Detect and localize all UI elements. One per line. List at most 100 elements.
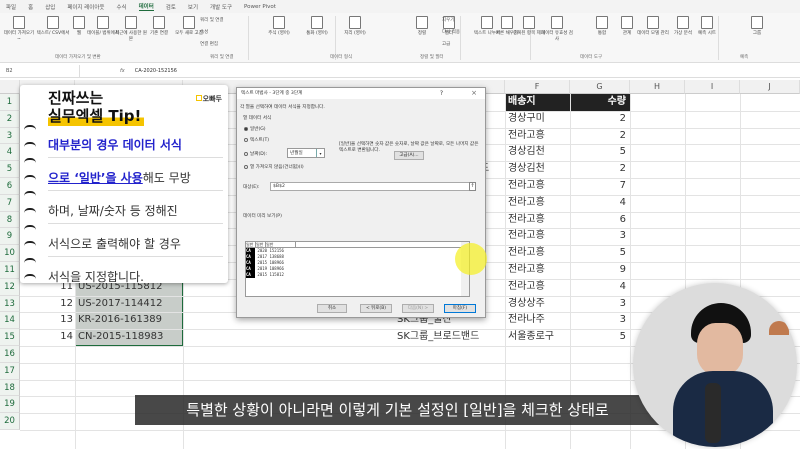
row-header[interactable]: 18	[0, 379, 20, 397]
cell-g[interactable]: 9	[570, 262, 626, 279]
cell-g[interactable]: 4	[570, 195, 626, 212]
cell-g[interactable]: 6	[570, 212, 626, 229]
column-header-g[interactable]: G	[570, 80, 630, 94]
ribbon-tab[interactable]: 데이터	[138, 2, 154, 11]
cell-e[interactable]: SK그룹_브로드밴드	[397, 329, 479, 346]
cell-g[interactable]: 5	[570, 144, 626, 161]
radio-general[interactable]: 일반(G)	[244, 126, 266, 132]
cell-f[interactable]: 경상구미	[508, 111, 545, 128]
destination-input[interactable]: $B$2	[270, 182, 476, 191]
cell-f[interactable]: 전라고흥	[508, 228, 545, 245]
column-header-f[interactable]: F	[505, 80, 570, 94]
ribbon-tab[interactable]: 수식	[116, 3, 126, 11]
cell-g[interactable]: 2	[570, 111, 626, 128]
cell-f[interactable]: 전라고흥	[508, 279, 545, 296]
cell-g[interactable]: 3	[570, 312, 626, 329]
cell-g[interactable]: 5	[570, 245, 626, 262]
ribbon-small-button[interactable]: 쿼리 및 연결	[200, 17, 224, 23]
row-header[interactable]: 16	[0, 346, 20, 363]
row-header[interactable]: 19	[0, 396, 20, 414]
ribbon-button[interactable]: 그룹	[740, 16, 774, 37]
cell-f[interactable]: 전라고흥	[508, 212, 545, 229]
cell-f[interactable]: 전라고흥	[508, 128, 545, 145]
next-button[interactable]: 다음(N) >	[402, 304, 434, 313]
cell-f[interactable]: 배송지	[508, 94, 536, 111]
cancel-button[interactable]: 취소	[317, 304, 347, 313]
ribbon-small-button[interactable]: 지우기	[442, 17, 454, 23]
cell-b[interactable]: US-2017-114412	[78, 296, 163, 313]
ribbon-tab[interactable]: 삽입	[45, 3, 55, 11]
cell-f[interactable]: 전라고흥	[508, 262, 545, 279]
ribbon-button[interactable]: 지리 (영어)	[338, 16, 372, 37]
cell-g[interactable]: 3	[570, 296, 626, 313]
ribbon-small-button[interactable]: 속성	[200, 29, 208, 35]
row-header[interactable]: 20	[0, 413, 20, 430]
ribbon-tab[interactable]: Power Pivot	[244, 4, 276, 10]
row-header[interactable]: 7	[0, 194, 20, 212]
name-box[interactable]: B2	[0, 65, 80, 77]
cell-a[interactable]: 12	[20, 296, 73, 313]
ribbon-small-button[interactable]: 다시 적용	[442, 29, 460, 35]
cell-f[interactable]: 경상김천	[508, 144, 545, 161]
ribbon-tab[interactable]: 홈	[28, 3, 33, 11]
cell-f[interactable]: 전라고흥	[508, 178, 545, 195]
row-header[interactable]: 13	[0, 295, 20, 313]
cell-a[interactable]: 13	[20, 312, 73, 329]
ribbon-button[interactable]: 통화 (영어)	[300, 16, 334, 37]
row-header[interactable]: 4	[0, 144, 20, 162]
cell-g[interactable]: 4	[570, 279, 626, 296]
cell-g[interactable]: 5	[570, 329, 626, 346]
finish-button[interactable]: 마침(F)	[444, 304, 476, 313]
ribbon-small-button[interactable]: 연결 편집	[200, 41, 218, 47]
ribbon-tab[interactable]: 검토	[166, 3, 176, 11]
ribbon-tab[interactable]: 페이지 레이아웃	[67, 3, 104, 11]
date-format-select[interactable]: 년월일 ▾	[287, 148, 325, 158]
cell-a[interactable]: 14	[20, 329, 73, 346]
cell-b[interactable]: KR-2016-161389	[78, 312, 162, 329]
row-header[interactable]: 11	[0, 262, 20, 279]
ribbon-tab[interactable]: 보기	[188, 3, 198, 11]
collapse-dialog-icon[interactable]: ↑	[469, 182, 476, 191]
cell-g[interactable]: 3	[570, 228, 626, 245]
cell-g[interactable]: 2	[570, 161, 626, 178]
row-header[interactable]: 6	[0, 178, 20, 195]
cell-g[interactable]: 7	[570, 178, 626, 195]
ribbon-button[interactable]: 주식 (영어)	[262, 16, 296, 37]
row-header[interactable]: 3	[0, 127, 20, 145]
row-header[interactable]: 2	[0, 110, 20, 128]
row-header[interactable]: 8	[0, 211, 20, 229]
ribbon-tab[interactable]: 개발 도구	[210, 3, 232, 11]
cell-g[interactable]: 수량	[570, 94, 626, 111]
help-button[interactable]: ?	[440, 90, 443, 97]
column-header-j[interactable]: J	[740, 80, 800, 94]
cell-f[interactable]: 전라나주	[508, 312, 545, 329]
select-all[interactable]	[0, 80, 20, 94]
back-button[interactable]: < 뒤로(B)	[360, 304, 392, 313]
data-preview[interactable]: 일반 일반 일반 CA 2020 152156 CA 2017 138688 CA 201…	[245, 241, 470, 297]
row-header[interactable]: 12	[0, 278, 20, 296]
cell-f[interactable]: 전라고흥	[508, 195, 545, 212]
row-header[interactable]: 5	[0, 161, 20, 178]
row-header[interactable]: 15	[0, 329, 20, 346]
cell-f[interactable]: 서울종로구	[508, 329, 554, 346]
cell-f[interactable]: 경상김천	[508, 161, 545, 178]
column-header-i[interactable]: I	[685, 80, 740, 94]
ribbon-tab[interactable]: 파일	[6, 3, 16, 11]
cell-b[interactable]: CN-2015-118983	[78, 329, 163, 346]
ribbon-button[interactable]: 데이터 가져오기 ~	[2, 16, 36, 43]
ribbon-button[interactable]: 예측 시트	[690, 16, 724, 37]
row-header[interactable]: 10	[0, 245, 20, 262]
close-button[interactable]: ×	[471, 89, 477, 97]
ribbon-button[interactable]: 데이터 유효성 검사	[540, 16, 574, 43]
radio-skip[interactable]: 열 가져오지 않음(건너뜀)(I)	[244, 164, 304, 170]
radio-date[interactable]: 날짜(D):	[244, 151, 267, 157]
column-header-h[interactable]: H	[630, 80, 685, 94]
cell-f[interactable]: 경상상주	[508, 296, 545, 313]
cell-g[interactable]: 2	[570, 128, 626, 145]
row-header[interactable]: 14	[0, 312, 20, 330]
ribbon-button[interactable]: 기존 연결	[142, 16, 176, 37]
ribbon-small-button[interactable]: 고급	[442, 41, 450, 47]
cell-f[interactable]: 전라고흥	[508, 245, 545, 262]
row-header[interactable]: 17	[0, 362, 20, 380]
row-header[interactable]: 1	[0, 94, 20, 111]
